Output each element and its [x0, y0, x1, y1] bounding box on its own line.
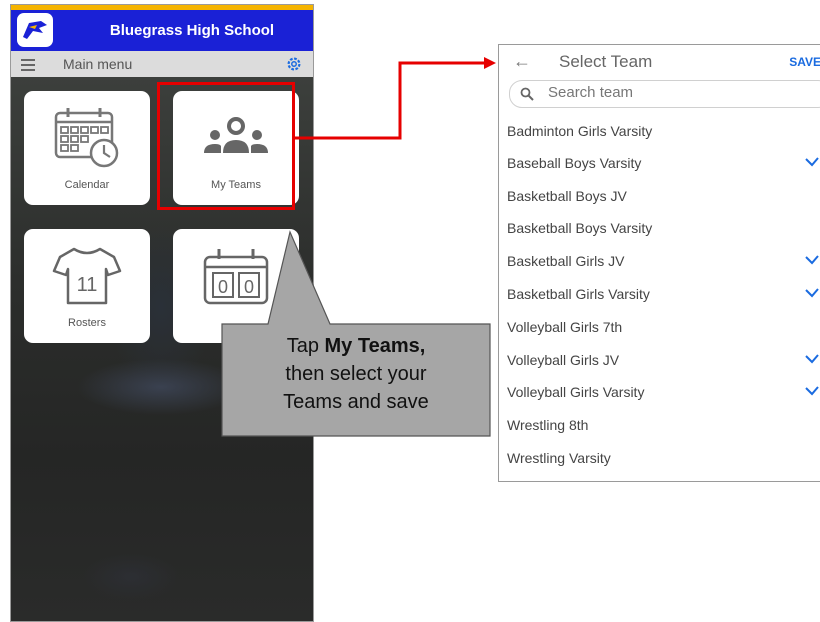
callout-line1-prefix: Tap	[286, 335, 325, 357]
checkmark-icon	[805, 288, 819, 298]
checkmark-icon	[805, 255, 819, 265]
team-name: Basketball Boys Varsity	[507, 220, 653, 236]
team-row[interactable]: Baseball Boys Varsity	[499, 147, 820, 179]
team-name: Baseball Boys Varsity	[507, 155, 642, 171]
my-teams-highlight-box	[157, 82, 295, 210]
team-name: Basketball Girls JV	[507, 253, 625, 269]
team-name: Volleyball Girls JV	[507, 352, 620, 368]
team-row[interactable]: Wrestling Varsity	[499, 442, 820, 474]
school-logo-icon[interactable]	[17, 13, 53, 47]
team-row[interactable]: Basketball Girls JV	[499, 245, 820, 277]
checkmark-icon	[805, 354, 819, 364]
select-team-header: ← Select Team SAVE	[499, 45, 820, 81]
checkmark-icon	[805, 157, 819, 167]
back-arrow-icon[interactable]: ←	[513, 51, 531, 72]
scores-tile[interactable]: 0 0	[173, 229, 299, 343]
connector-line	[295, 61, 486, 140]
team-row[interactable]: Volleyball Girls Varsity	[499, 376, 820, 408]
search-team-input[interactable]	[546, 83, 810, 102]
team-name: Basketball Boys JV	[507, 188, 627, 204]
app-title: Bluegrass High School	[109, 22, 275, 39]
score-digit-home: 0	[218, 277, 228, 297]
save-button[interactable]: SAVE	[789, 45, 820, 79]
checkmark-icon	[805, 386, 819, 396]
score-digit-away: 0	[244, 277, 254, 297]
gear-icon[interactable]	[285, 55, 303, 73]
connector-arrowhead-icon	[484, 57, 496, 69]
callout-line2: then select your	[285, 363, 427, 385]
search-icon	[520, 87, 534, 101]
callout-line1-bold: My Teams,	[324, 335, 426, 357]
hamburger-menu-icon[interactable]	[21, 57, 35, 71]
team-row[interactable]: Basketball Boys Varsity	[499, 212, 820, 244]
team-name: Volleyball Girls 7th	[507, 319, 623, 335]
team-row[interactable]: Volleyball Girls 7th	[499, 311, 820, 343]
main-menu-label: Main menu	[63, 56, 133, 72]
team-row[interactable]: Wrestling 8th	[499, 409, 820, 441]
calendar-tile-label: Calendar	[64, 179, 110, 191]
rosters-tile[interactable]: 11 Rosters	[24, 229, 150, 343]
team-name: Badminton Girls Varsity	[507, 123, 653, 139]
main-menu-bar: Main menu	[11, 51, 313, 77]
callout-line3: Teams and save	[283, 391, 429, 413]
scoreboard-icon: 0 0	[203, 249, 269, 305]
team-name: Wrestling Varsity	[507, 450, 611, 466]
team-row[interactable]: Basketball Girls Varsity	[499, 278, 820, 310]
rosters-tile-label: Rosters	[68, 317, 106, 329]
jersey-number: 11	[77, 274, 98, 296]
team-row[interactable]: Volleyball Girls JV	[499, 344, 820, 376]
team-row[interactable]: Basketball Boys JV	[499, 180, 820, 212]
calendar-icon	[54, 108, 119, 168]
calendar-tile[interactable]: Calendar	[24, 91, 150, 205]
search-box[interactable]	[509, 80, 820, 108]
team-row[interactable]: Badminton Girls Varsity	[499, 115, 820, 147]
team-name: Basketball Girls Varsity	[507, 286, 650, 302]
callout-text: Tap My Teams, then select your Teams and…	[222, 328, 490, 436]
app-header: Bluegrass High School	[11, 10, 313, 51]
select-team-panel: ← Select Team SAVE Badminton Girls Varsi…	[498, 44, 820, 482]
team-name: Volleyball Girls Varsity	[507, 384, 645, 400]
select-team-title: Select Team	[559, 52, 653, 71]
team-name: Wrestling 8th	[507, 417, 589, 433]
jersey-icon: 11	[52, 247, 122, 305]
